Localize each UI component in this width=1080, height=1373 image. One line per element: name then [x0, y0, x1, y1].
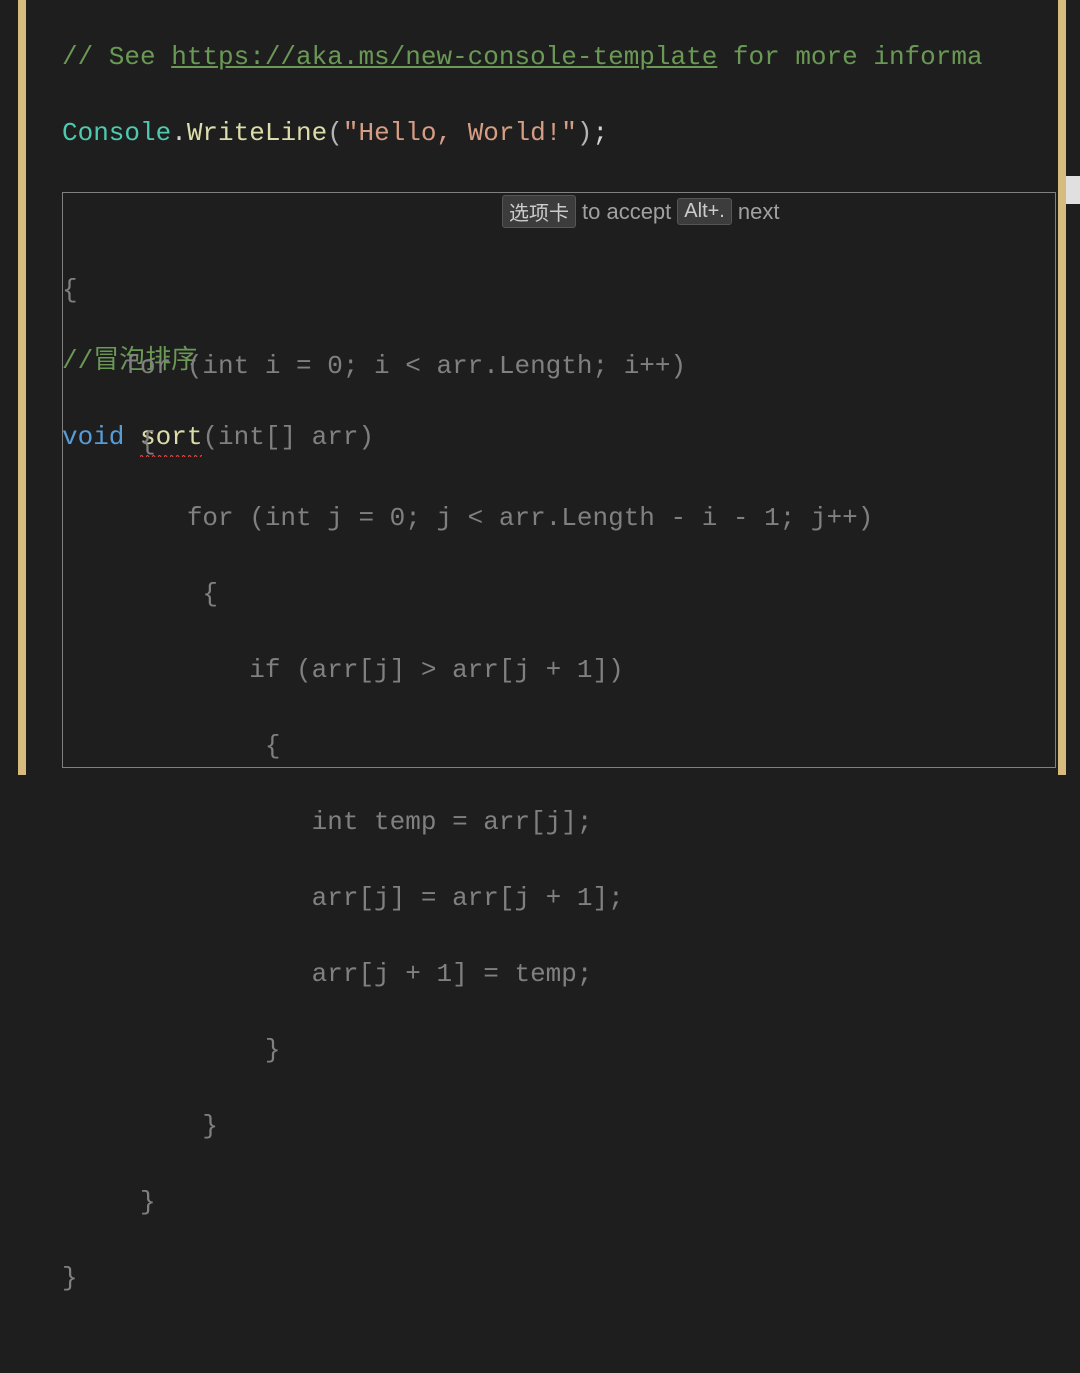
ghost-line: int temp = arr[j];: [62, 803, 873, 841]
hint-next-text: next: [738, 199, 780, 225]
comment-link[interactable]: https://aka.ms/new-console-template: [171, 42, 717, 72]
ghost-line: {: [62, 575, 873, 613]
paren-token: (: [327, 118, 343, 148]
suggestion-hint: 选项卡 to accept Alt+. next: [498, 193, 783, 230]
paren-token: ): [577, 118, 593, 148]
class-token: Console: [62, 118, 171, 148]
ghost-line: arr[j] = arr[j + 1];: [62, 879, 873, 917]
inline-suggestion-code[interactable]: { for (int i = 0; i < arr.Length; i++) {…: [62, 195, 873, 1373]
ghost-line: {: [62, 423, 873, 461]
ghost-line: for (int i = 0; i < arr.Length; i++): [62, 347, 873, 385]
change-indicator-right: [1058, 0, 1066, 775]
ghost-line: for (int j = 0; j < arr.Length - i - 1; …: [62, 499, 873, 537]
string-token: "Hello, World!": [343, 118, 577, 148]
comment-text: for more informa: [717, 42, 982, 72]
code-line-1[interactable]: // See https://aka.ms/new-console-templa…: [62, 38, 983, 76]
ghost-line: }: [62, 1259, 873, 1297]
comment-text: // See: [62, 42, 171, 72]
ghost-line: }: [62, 1107, 873, 1145]
scroll-marker: [1066, 176, 1080, 204]
ghost-line: {: [62, 727, 873, 765]
dot-token: .: [171, 118, 187, 148]
tab-key-badge: 选项卡: [502, 195, 576, 228]
code-line-2[interactable]: Console.WriteLine("Hello, World!");: [62, 114, 983, 152]
change-indicator-left: [18, 0, 26, 775]
ghost-line: }: [62, 1183, 873, 1221]
method-token: WriteLine: [187, 118, 327, 148]
ghost-line: arr[j + 1] = temp;: [62, 955, 873, 993]
code-editor[interactable]: // See https://aka.ms/new-console-templa…: [0, 0, 1080, 894]
ghost-line: {: [62, 271, 873, 309]
alt-dot-key-badge: Alt+.: [677, 198, 732, 225]
semi-token: ;: [593, 118, 609, 148]
ghost-line: }: [62, 1031, 873, 1069]
hint-accept-text: to accept: [582, 199, 671, 225]
ghost-line: if (arr[j] > arr[j + 1]): [62, 651, 873, 689]
